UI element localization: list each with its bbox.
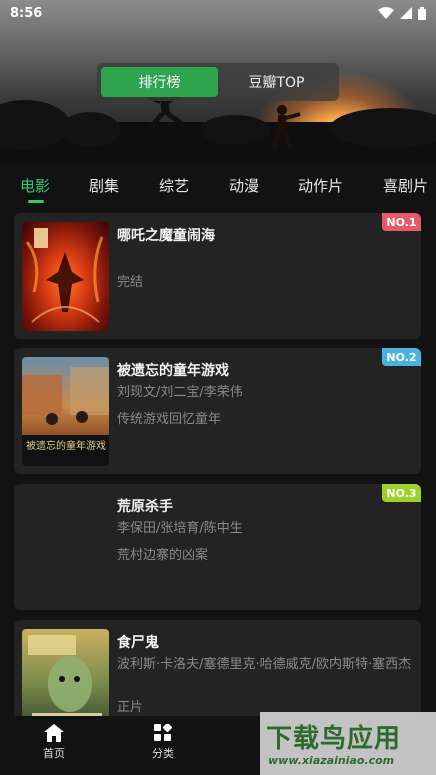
system-icons <box>378 6 426 20</box>
rank-badge: NO.1 <box>382 213 421 231</box>
toggle-douban-top[interactable]: 豆瓣TOP <box>218 67 335 97</box>
tab-series[interactable]: 剧集 <box>89 165 119 205</box>
nav-label: 分类 <box>152 747 174 760</box>
movie-description: 荒村边寨的凶案 <box>117 548 209 563</box>
movie-description: 传统游戏回忆童年 <box>117 412 222 427</box>
movie-description: 正片 <box>117 700 144 715</box>
home-icon <box>44 724 64 742</box>
movie-poster <box>22 222 109 331</box>
movie-status: 完结 <box>117 275 144 290</box>
tree-silhouette <box>200 115 270 145</box>
wifi-icon <box>378 7 394 19</box>
watermark: 下载鸟应用 www.xiazainiao.com <box>260 712 436 775</box>
movie-card[interactable]: 哪吒之魔童闹海 完结 NO.1 <box>14 213 421 339</box>
category-tabs: 电影 剧集 综艺 动漫 动作片 喜剧片 <box>0 165 436 205</box>
watermark-url: www.xiazainiao.com <box>268 754 395 767</box>
movie-title: 被遗忘的童年游戏 <box>117 363 229 379</box>
poster-caption: 被遗忘的童年游戏 <box>26 441 106 452</box>
signal-icon <box>400 7 412 19</box>
ranking-toggle: 排行榜 豆瓣TOP <box>97 63 339 101</box>
nav-category[interactable]: 分类 <box>133 724 193 761</box>
movie-title: 哪吒之魔童闹海 <box>117 228 215 244</box>
watermark-title: 下载鸟应用 <box>266 724 402 754</box>
poster-artwork <box>25 228 104 323</box>
tab-label: 动作片 <box>298 176 344 195</box>
category-icon <box>154 724 172 741</box>
movie-poster <box>22 493 109 602</box>
movie-card[interactable]: 荒原杀手 李保田/张培育/陈中生 荒村边寨的凶案 NO.3 <box>14 484 421 610</box>
rank-badge: NO.3 <box>382 484 421 502</box>
tab-anime[interactable]: 动漫 <box>229 165 259 205</box>
nav-label: 首页 <box>43 747 65 760</box>
active-tab-indicator <box>28 200 44 203</box>
tree-silhouette <box>60 112 120 147</box>
tab-variety[interactable]: 综艺 <box>159 165 189 205</box>
status-time: 8:56 <box>10 5 43 21</box>
movie-cast: 刘现文/刘二宝/李荣伟 <box>117 385 243 400</box>
tab-action[interactable]: 动作片 <box>298 165 343 205</box>
tab-label: 喜剧片 <box>383 176 429 195</box>
movie-cast: 波利斯·卡洛夫/塞德里克·哈德威克/欧内斯特·塞西杰 <box>117 657 412 672</box>
movie-title: 食尸鬼 <box>117 635 159 651</box>
movie-title: 荒原杀手 <box>117 499 173 515</box>
battery-icon <box>418 6 426 20</box>
movie-cast: 李保田/张培育/陈中生 <box>117 521 243 536</box>
tab-movie[interactable]: 电影 <box>20 165 50 205</box>
status-bar: 8:56 <box>0 0 436 26</box>
tab-label: 剧集 <box>89 176 120 195</box>
tab-label: 电影 <box>20 176 51 195</box>
movie-card[interactable]: 被遗忘的童年游戏 被遗忘的童年游戏 刘现文/刘二宝/李荣伟 传统游戏回忆童年 N… <box>14 348 421 474</box>
tab-comedy[interactable]: 喜剧片 <box>383 165 428 205</box>
nav-home[interactable]: 首页 <box>24 724 84 761</box>
tab-label: 动漫 <box>229 176 260 195</box>
movie-poster: 被遗忘的童年游戏 <box>22 357 109 466</box>
rank-badge: NO.2 <box>382 348 421 366</box>
toggle-ranking[interactable]: 排行榜 <box>101 67 218 97</box>
standing-person-silhouette <box>271 105 301 149</box>
tab-label: 综艺 <box>159 176 190 195</box>
